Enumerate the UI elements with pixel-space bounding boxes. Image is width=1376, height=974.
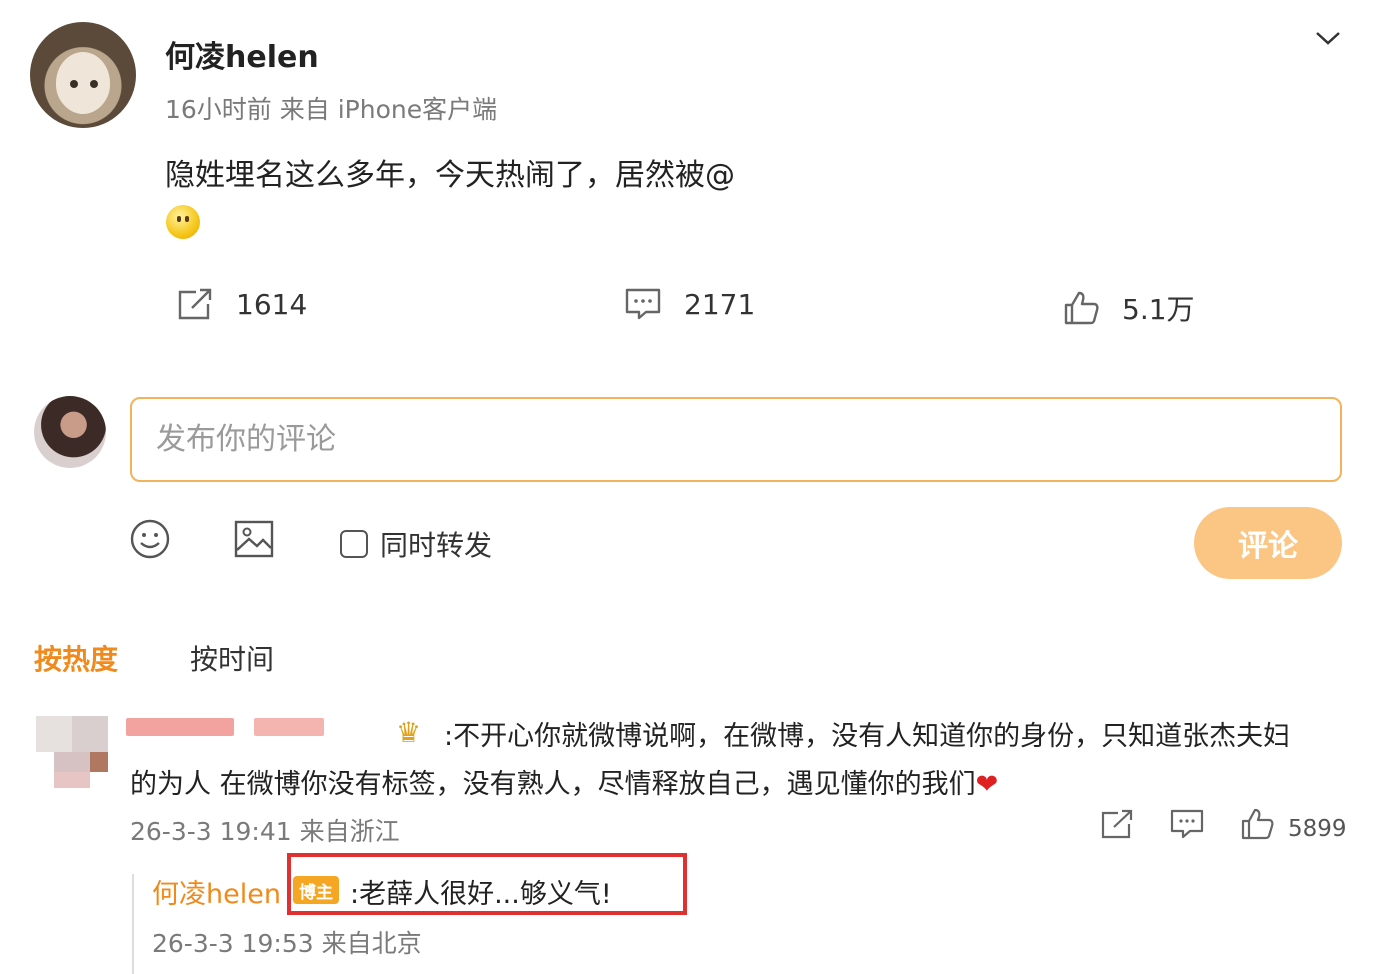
repost-count: 1614 xyxy=(236,287,308,321)
crown-icon: ♛ xyxy=(396,716,422,749)
commenter-name-blur xyxy=(254,718,324,736)
comment-like-icon[interactable] xyxy=(1240,808,1274,840)
my-avatar[interactable] xyxy=(34,396,106,468)
author-name[interactable]: 何凌helen xyxy=(165,32,319,76)
reply-divider xyxy=(132,874,134,974)
like-button[interactable]: 5.1万 xyxy=(1062,288,1195,328)
post-text: 隐姓埋名这么多年，今天热闹了，居然被@ xyxy=(165,158,735,193)
repost-checkbox-label: 同时转发 xyxy=(380,529,493,562)
author-avatar[interactable] xyxy=(30,22,136,128)
comment-repost-icon[interactable] xyxy=(1100,808,1134,840)
comment-meta: 26-3-3 19:41 来自浙江 xyxy=(130,817,400,846)
comment-icon xyxy=(625,288,661,320)
commenter-avatar[interactable] xyxy=(36,716,108,788)
heart-icon: ❤ xyxy=(975,769,999,800)
commenter-name[interactable] xyxy=(126,718,234,736)
repost-checkbox[interactable]: 同时转发 xyxy=(340,524,492,564)
tab-by-time[interactable]: 按时间 xyxy=(190,638,274,678)
emoji-icon[interactable] xyxy=(129,518,171,560)
repost-icon xyxy=(178,288,212,320)
submit-comment-button[interactable]: 评论 xyxy=(1194,507,1342,579)
thumbs-up-icon xyxy=(1064,291,1099,325)
reply-author-name[interactable]: 何凌helen xyxy=(152,872,281,911)
comment-button[interactable]: 2171 xyxy=(624,286,755,322)
smile-emoji xyxy=(166,205,200,239)
highlight-box xyxy=(287,853,687,915)
comment-text-line2: 的为人 在微博你没有标签，没有熟人，尽情释放自己，遇见懂你的我们❤ xyxy=(130,762,998,801)
post-meta: 16小时前 来自 iPhone客户端 xyxy=(165,95,498,124)
image-icon[interactable] xyxy=(233,518,275,560)
repost-button[interactable]: 1614 xyxy=(176,286,307,322)
like-count: 5.1万 xyxy=(1122,293,1195,326)
chevron-down-icon[interactable] xyxy=(1314,28,1342,48)
comment-count: 2171 xyxy=(684,287,756,321)
comment-text-line2-text: 的为人 在微博你没有标签，没有熟人，尽情释放自己，遇见懂你的我们 xyxy=(130,769,976,800)
reply-meta: 26-3-3 19:53 来自北京 xyxy=(152,929,422,958)
comment-like-count: 5899 xyxy=(1288,816,1347,842)
tab-by-hot[interactable]: 按热度 xyxy=(34,638,118,678)
comment-text-line1: :不开心你就微博说啊，在微博，没有人知道你的身份，只知道张杰夫妇 xyxy=(444,721,1291,752)
comment-input[interactable] xyxy=(130,397,1342,482)
comment-reply-icon[interactable] xyxy=(1170,808,1204,840)
checkbox-box[interactable] xyxy=(340,530,368,558)
